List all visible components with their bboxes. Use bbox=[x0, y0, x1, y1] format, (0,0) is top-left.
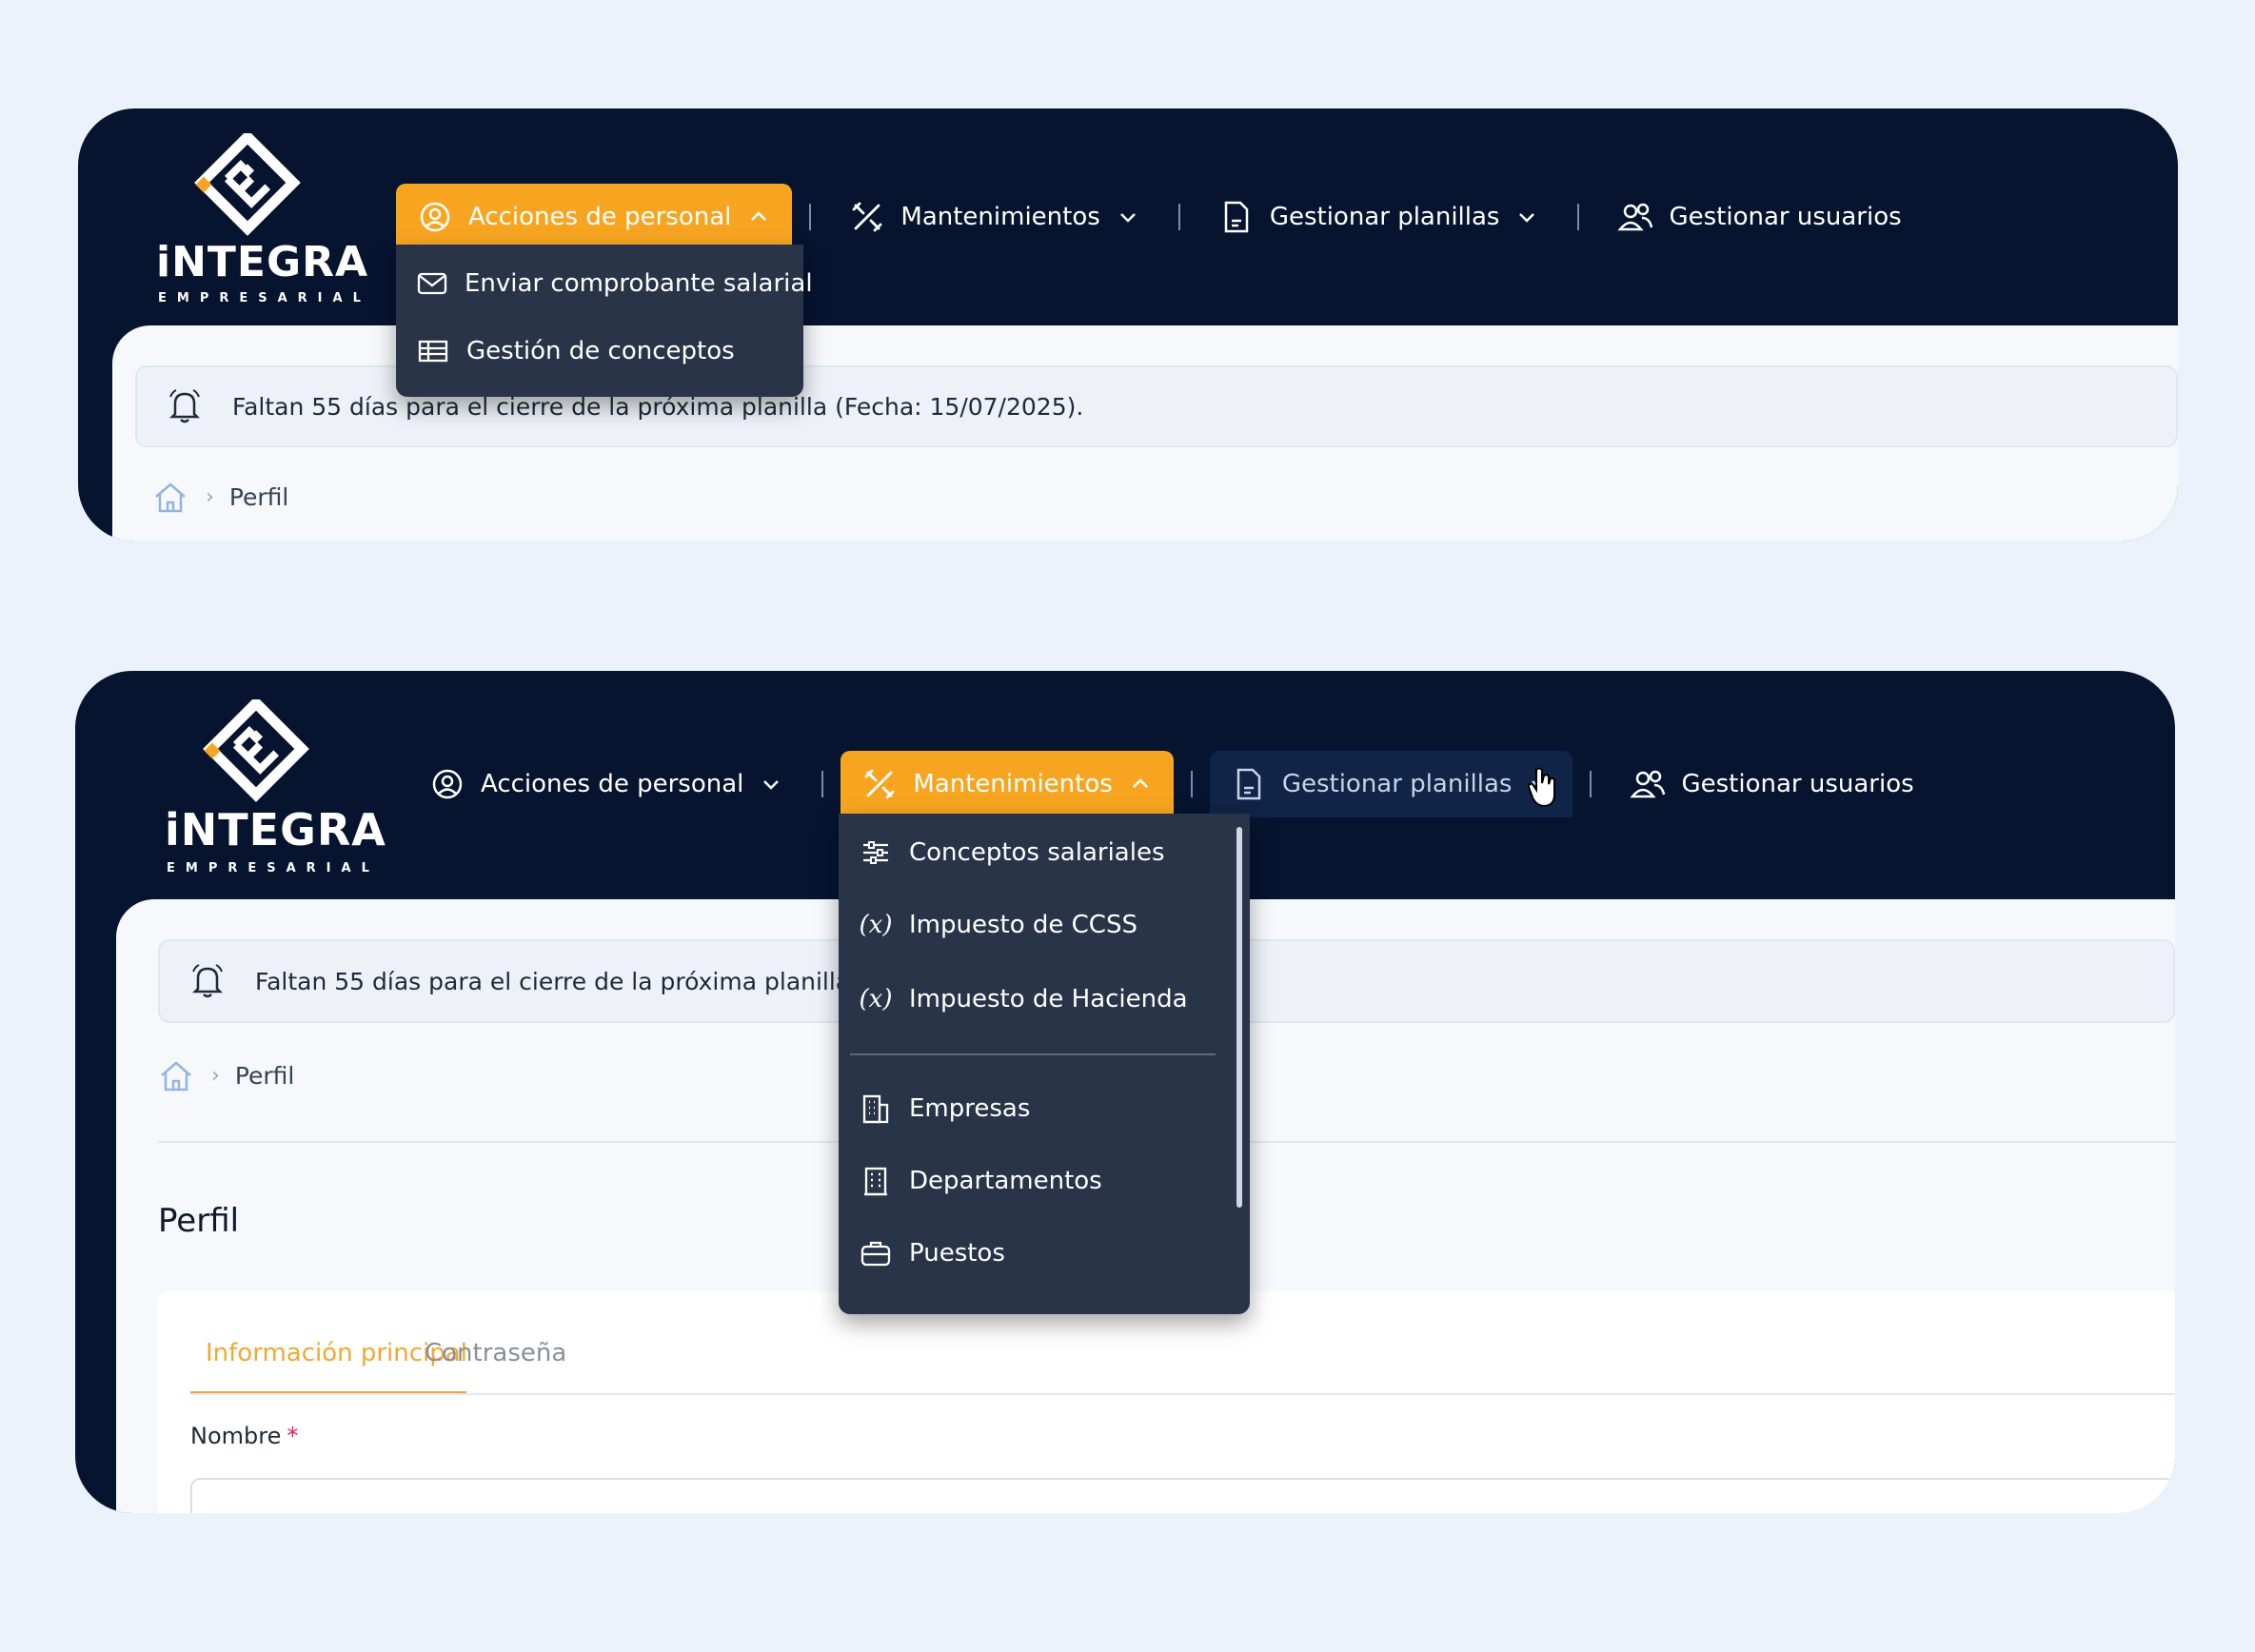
nav-mantenimientos-label: Mantenimientos bbox=[913, 770, 1113, 798]
logo-diamond-icon bbox=[203, 699, 309, 802]
nav-mantenimientos[interactable]: Mantenimientos bbox=[828, 184, 1160, 250]
nombre-label-text: Nombre bbox=[190, 1423, 282, 1449]
nombre-input[interactable] bbox=[190, 1478, 2175, 1513]
chevron-down-icon bbox=[1516, 206, 1539, 228]
tools-icon bbox=[849, 199, 885, 235]
users-icon bbox=[1617, 199, 1653, 235]
tabs-divider bbox=[190, 1393, 2175, 1395]
dropdown-scrollbar[interactable] bbox=[1236, 827, 1242, 1208]
profile-card: Información principal Contraseña Nombre * bbox=[158, 1291, 2175, 1513]
building-icon bbox=[860, 1092, 892, 1125]
tools-icon bbox=[861, 766, 898, 802]
menu-item-departamentos[interactable]: Departamentos bbox=[839, 1145, 1250, 1217]
menu-item-empresas[interactable]: Empresas bbox=[839, 1072, 1250, 1145]
function-icon: (x) bbox=[859, 985, 893, 1013]
nav-gestionar-planillas[interactable]: Gestionar planillas bbox=[1197, 184, 1561, 250]
nav-divider bbox=[1590, 771, 1592, 797]
menu-item-label: Impuesto de Hacienda bbox=[909, 985, 1188, 1013]
tab-contrasena[interactable]: Contraseña bbox=[425, 1339, 566, 1367]
nav-mantenimientos[interactable]: Mantenimientos bbox=[841, 751, 1174, 817]
breadcrumb-current: Perfil bbox=[234, 1061, 295, 1090]
hand-cursor-icon bbox=[1527, 767, 1555, 808]
breadcrumb: › Perfil bbox=[152, 478, 288, 516]
logo-subtitle: EMPRESARIAL bbox=[167, 861, 380, 875]
nav-divider bbox=[1190, 771, 1193, 797]
main-nav: Acciones de personal Mantenimientos Gest… bbox=[396, 184, 1923, 250]
nav-acciones-label: Acciones de personal bbox=[481, 770, 744, 798]
integra-logo[interactable]: iNTEGRA EMPRESARIAL bbox=[135, 133, 367, 305]
document-icon bbox=[1218, 199, 1255, 235]
sliders-icon bbox=[860, 836, 892, 869]
briefcase-icon bbox=[860, 1237, 892, 1269]
menu-item-impuesto-ccss[interactable]: (x) Impuesto de CCSS bbox=[839, 888, 1250, 962]
document-icon bbox=[1231, 766, 1267, 802]
nav-usuarios-label: Gestionar usuarios bbox=[1681, 770, 1914, 798]
breadcrumb-current: Perfil bbox=[228, 482, 289, 511]
home-icon[interactable] bbox=[152, 478, 190, 516]
required-mark: * bbox=[287, 1423, 299, 1449]
chevron-up-icon bbox=[748, 206, 771, 228]
logo-title: iNTEGRA bbox=[165, 804, 386, 856]
integra-logo[interactable]: iNTEGRA EMPRESARIAL bbox=[144, 699, 386, 875]
menu-item-gestion-conceptos[interactable]: Gestión de conceptos bbox=[396, 315, 803, 387]
mail-icon bbox=[417, 267, 447, 300]
bottom-screenshot-panel: iNTEGRA EMPRESARIAL Acciones de personal… bbox=[75, 671, 2175, 1513]
user-circle-icon bbox=[417, 199, 453, 235]
table-icon bbox=[417, 335, 449, 367]
logo-subtitle: EMPRESARIAL bbox=[158, 291, 371, 305]
chevron-down-icon bbox=[761, 773, 783, 796]
nav-gestionar-planillas[interactable]: Gestionar planillas bbox=[1209, 751, 1573, 817]
top-screenshot-panel: iNTEGRA EMPRESARIAL Acciones de personal… bbox=[78, 108, 2178, 541]
nav-usuarios-label: Gestionar usuarios bbox=[1669, 203, 1902, 231]
office-icon bbox=[860, 1165, 892, 1197]
user-circle-icon bbox=[429, 766, 465, 802]
logo-diamond-icon bbox=[194, 133, 301, 236]
nav-acciones-de-personal[interactable]: Acciones de personal bbox=[396, 184, 793, 250]
nav-acciones-de-personal[interactable]: Acciones de personal bbox=[408, 751, 804, 817]
menu-item-label: Gestión de conceptos bbox=[466, 337, 735, 365]
nav-divider bbox=[1177, 204, 1180, 230]
nombre-label: Nombre * bbox=[190, 1423, 298, 1449]
menu-item-label: Empresas bbox=[909, 1094, 1031, 1123]
bell-icon bbox=[187, 960, 228, 1002]
menu-item-label: Impuesto de CCSS bbox=[909, 911, 1137, 939]
menu-item-conceptos-salariales[interactable]: Conceptos salariales bbox=[839, 817, 1250, 888]
breadcrumb: › Perfil bbox=[158, 1056, 294, 1094]
menu-item-label: Conceptos salariales bbox=[909, 838, 1165, 867]
home-icon[interactable] bbox=[158, 1056, 196, 1094]
mantenimientos-dropdown: Conceptos salariales (x) Impuesto de CCS… bbox=[839, 814, 1250, 1314]
menu-item-label: Puestos bbox=[909, 1239, 1005, 1268]
chevron-down-icon bbox=[1118, 206, 1140, 228]
function-icon: (x) bbox=[859, 911, 893, 939]
alert-text: Faltan 55 días para el cierre de la próx… bbox=[255, 967, 851, 995]
nav-gestionar-usuarios[interactable]: Gestionar usuarios bbox=[1609, 751, 1934, 817]
page-title: Perfil bbox=[158, 1202, 240, 1240]
nav-divider bbox=[821, 771, 824, 797]
logo-title: iNTEGRA bbox=[156, 238, 369, 286]
nav-mantenimientos-label: Mantenimientos bbox=[900, 203, 1100, 231]
nav-planillas-label: Gestionar planillas bbox=[1269, 203, 1500, 231]
users-icon bbox=[1630, 766, 1666, 802]
nav-gestionar-usuarios[interactable]: Gestionar usuarios bbox=[1596, 184, 1922, 250]
chevron-up-icon bbox=[1130, 773, 1153, 796]
nav-divider bbox=[809, 204, 812, 230]
menu-item-label: Enviar comprobante salarial bbox=[465, 269, 813, 298]
menu-item-puestos[interactable]: Puestos bbox=[839, 1217, 1250, 1289]
acciones-dropdown: Enviar comprobante salarial Gestión de c… bbox=[396, 245, 813, 397]
nav-planillas-label: Gestionar planillas bbox=[1281, 770, 1513, 798]
bell-icon bbox=[164, 385, 206, 427]
breadcrumb-separator-icon: › bbox=[206, 484, 214, 509]
nav-divider bbox=[1577, 204, 1580, 230]
menu-item-impuesto-hacienda[interactable]: (x) Impuesto de Hacienda bbox=[839, 962, 1250, 1036]
menu-divider bbox=[850, 1053, 1216, 1055]
main-nav: Acciones de personal Mantenimientos Gest… bbox=[408, 751, 1935, 817]
menu-item-label: Departamentos bbox=[909, 1167, 1102, 1195]
nav-acciones-label: Acciones de personal bbox=[468, 203, 732, 231]
menu-item-enviar-comprobante[interactable]: Enviar comprobante salarial bbox=[396, 252, 813, 315]
breadcrumb-separator-icon: › bbox=[211, 1063, 220, 1088]
